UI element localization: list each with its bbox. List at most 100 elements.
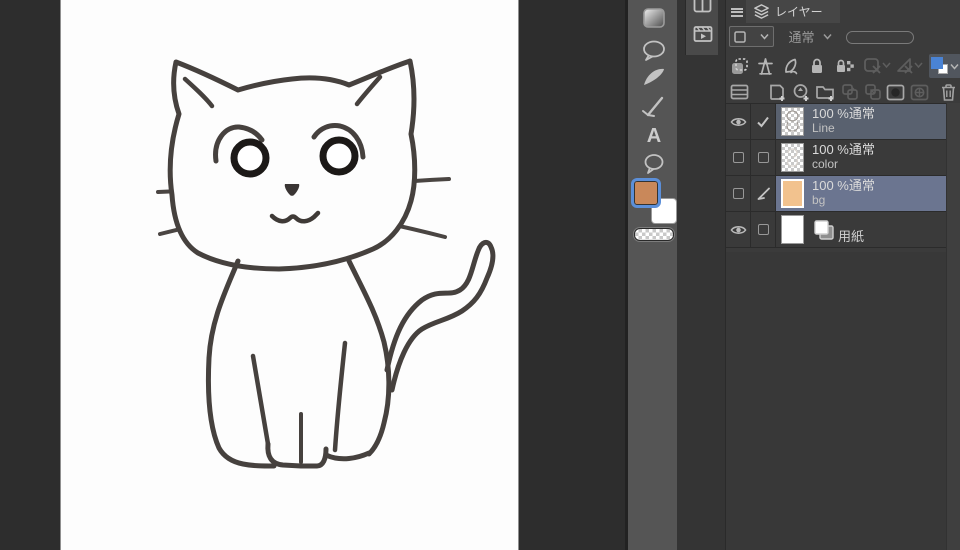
opacity-slider[interactable] [846,31,914,44]
new-special-layer-button[interactable] [789,80,813,104]
lock-alpha-button[interactable] [830,54,859,78]
layer-action-row [726,80,960,104]
enable-mask-button-disabled[interactable] [861,54,893,78]
ruler-pen-tool-icon [642,96,664,117]
checkbox-icon [732,152,744,163]
reference-layer-button[interactable] [752,54,778,78]
drawing-canvas[interactable] [60,0,519,550]
layer-row-paper[interactable]: 用紙 [726,212,946,248]
layer-thumbnail[interactable] [781,143,804,172]
lock-layer-button[interactable] [805,54,830,78]
canvas-backdrop [0,0,625,550]
layer-row-color[interactable]: 100 %通常 color [726,140,946,176]
balloon-tool-button[interactable] [628,38,680,64]
new-raster-layer-icon [770,84,785,101]
layer-color-button[interactable] [929,54,960,78]
merge-down-icon [864,84,881,100]
merge-down-button-disabled[interactable] [861,80,884,104]
layer-property-button[interactable] [726,80,754,104]
eye-icon [730,117,746,126]
selection-check[interactable] [751,140,776,175]
gradient-tool-button[interactable] [628,6,680,30]
layer-row-bg[interactable]: 100 %通常 bg [726,176,946,212]
draft-layer-button[interactable] [778,54,804,78]
timeline-icon [693,26,713,42]
blend-mode-dropdown[interactable]: 通常 [782,26,838,47]
mini-panel [685,0,718,55]
clip-below-button[interactable] [726,54,752,78]
new-folder-button[interactable] [813,80,839,104]
checkbox-icon [757,152,769,163]
new-special-layer-icon [793,83,809,101]
panel-menu-icon[interactable] [729,4,745,18]
lock-icon [812,58,823,73]
apply-mask-button-disabled[interactable] [908,80,932,104]
new-raster-layer-button[interactable] [766,80,790,104]
delete-layer-button[interactable] [935,80,960,104]
apply-mask-icon [910,84,929,100]
clip-below-icon [731,57,748,74]
transfer-down-icon [842,84,858,100]
panels-button[interactable] [693,0,712,14]
visibility-toggle[interactable] [726,176,751,211]
balloon-tool-icon [643,40,665,61]
thumbnail-lineart [786,110,799,132]
layer-name: 用紙 [838,228,865,244]
layer-thumbnail[interactable] [781,107,804,136]
thumbnail-faint-art [787,148,798,167]
tab-layers-label: レイヤー [775,5,823,19]
lock-alpha-icon [836,59,854,72]
layer-row-line[interactable]: 100 %通常 Line [726,104,946,140]
reference-layer-icon [757,57,773,75]
selection-check[interactable] [751,212,776,247]
app-window: A レイヤー 通常 100 %通常 Line 100 %通常 color 100… [0,0,960,550]
new-folder-icon [816,85,835,101]
pen-draw-target-icon [757,187,770,200]
ruler-disabled-icon [897,57,923,74]
layer-thumbnail[interactable] [781,179,804,208]
layer-opacity-mode: 100 %通常 [812,178,875,194]
eye-icon [730,225,746,234]
visibility-toggle[interactable] [726,140,751,175]
draw-target-cell[interactable] [751,176,776,211]
layer-name: bg [812,193,826,208]
cat-drawing [156,58,496,469]
layer-name: Line [812,121,835,136]
layer-list-empty-area [726,252,946,550]
layer-list: 100 %通常 Line 100 %通常 color 100 %通常 bg 用紙 [726,103,946,248]
transfer-down-button-disabled[interactable] [839,80,862,104]
layer-property-row [726,53,960,79]
checkmark-icon [757,116,769,128]
transparent-color-chip[interactable] [634,228,674,241]
layer-name: color [812,157,839,172]
color-swatches [631,178,677,224]
layers-panel: レイヤー 通常 100 %通常 Line 100 %通常 color 100 %… [725,0,960,550]
selection-check[interactable] [751,104,776,139]
timeline-button[interactable] [693,24,713,44]
tab-layers[interactable]: レイヤー [746,0,840,23]
ellipse-balloon-tool-button[interactable] [628,152,680,176]
layer-opacity-mode: 100 %通常 [812,142,875,158]
visibility-toggle[interactable] [726,104,751,139]
create-mask-button[interactable] [884,80,908,104]
figure-curve-tool-icon [644,68,664,85]
layer-color-icon [931,57,950,75]
ruler-button-disabled[interactable] [893,54,925,78]
chevron-down-icon [760,34,769,40]
blend-mode-label: 通常 [788,30,815,45]
effect-square-icon [734,30,746,43]
ruler-tool-button[interactable] [628,94,680,122]
paper-layer-icon [814,219,834,240]
tool-strip: A [625,0,677,550]
layers-tabbar: レイヤー [726,0,960,23]
text-tool-button[interactable]: A [628,124,680,148]
foreground-color-swatch[interactable] [631,178,661,208]
panel-scroll-gutter [946,103,960,550]
figure-tool-button[interactable] [628,64,680,90]
visibility-toggle[interactable] [726,212,751,247]
draft-layer-icon [785,58,798,74]
enable-mask-icon [864,57,891,74]
layer-thumbnail[interactable] [781,215,804,244]
layer-controls: 通常 [726,25,960,51]
layer-effect-dropdown[interactable] [729,26,774,47]
